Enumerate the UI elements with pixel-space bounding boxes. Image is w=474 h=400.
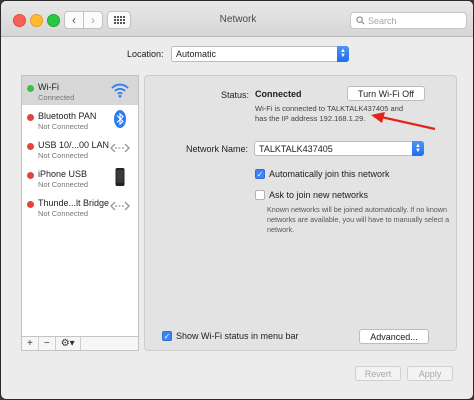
advanced-button[interactable]: Advanced... (359, 329, 429, 344)
ask-join-checkbox[interactable] (255, 190, 265, 200)
ask-join-description: Known networks will be joined automatica… (267, 205, 450, 234)
ask-join-label: Ask to join new networks (269, 190, 369, 200)
service-name: Bluetooth PAN (38, 111, 97, 121)
search-icon (356, 16, 365, 25)
turn-wifi-off-button[interactable]: Turn Wi-Fi Off (347, 86, 425, 101)
service-list-toolbar: + − ⚙▾ (21, 336, 139, 351)
show-status-checkbox[interactable]: ✓ (162, 331, 172, 341)
ethernet-arrows-icon (110, 201, 130, 211)
service-status: Not Connected (38, 151, 89, 160)
auto-join-checkbox[interactable]: ✓ (255, 169, 265, 179)
sidebar-item-bluetooth-pan[interactable]: Bluetooth PAN Not Connected (22, 105, 138, 134)
network-name-popup[interactable]: TALKTALK437405 ▲ ▼ (254, 141, 424, 156)
search-input[interactable] (365, 15, 458, 26)
location-label: Location: (127, 49, 164, 59)
service-status: Connected (38, 93, 75, 102)
popup-arrows-icon: ▲ ▼ (412, 141, 424, 156)
service-status: Not Connected (38, 209, 89, 218)
iphone-icon (115, 168, 125, 186)
service-name: Wi-Fi (38, 82, 59, 92)
sidebar-item-iphone-usb[interactable]: iPhone USB Not Connected (22, 163, 138, 192)
location-value: Automatic (176, 49, 217, 59)
title-bar: ‹ › Network (1, 1, 473, 37)
status-value: Connected (255, 89, 302, 99)
status-label: Status: (221, 90, 250, 100)
show-status-checkbox-row[interactable]: ✓ Show Wi-Fi status in menu bar (162, 331, 299, 341)
ask-join-checkbox-row[interactable]: Ask to join new networks (255, 190, 368, 200)
wifi-icon (111, 83, 129, 98)
status-dot (27, 143, 34, 150)
service-list: Wi-Fi Connected Bluetooth PAN Not Connec… (21, 75, 139, 351)
add-service-button[interactable]: + (22, 337, 39, 350)
search-field[interactable] (350, 12, 467, 29)
service-name: Thunde...lt Bridge (38, 198, 110, 208)
auto-join-label: Automatically join this network (269, 169, 390, 179)
network-name-value: TALKTALK437405 (259, 143, 333, 154)
network-preferences-window: ‹ › Network Location: Automatic ▲▼ (0, 0, 474, 400)
gear-menu-button[interactable]: ⚙▾ (56, 337, 81, 350)
sidebar-item-usb-lan[interactable]: USB 10/...00 LAN Not Connected (22, 134, 138, 163)
status-dot (27, 114, 34, 121)
sidebar-item-thunderbolt-bridge[interactable]: Thunde...lt Bridge Not Connected (22, 192, 138, 221)
annotation-arrow-icon (371, 112, 436, 131)
service-status: Not Connected (38, 122, 89, 131)
service-status: Not Connected (38, 180, 89, 189)
apply-button[interactable]: Apply (407, 366, 453, 381)
popup-arrows-icon: ▲ ▼ (337, 46, 349, 62)
location-popup[interactable]: Automatic ▲ ▼ (171, 46, 349, 62)
status-dot (27, 85, 34, 92)
show-status-label: Show Wi-Fi status in menu bar (176, 331, 299, 341)
service-name: iPhone USB (38, 169, 88, 179)
status-dot (27, 201, 34, 208)
ethernet-arrows-icon (110, 143, 130, 153)
revert-button[interactable]: Revert (355, 366, 401, 381)
status-dot (27, 172, 34, 179)
service-name: USB 10/...00 LAN (38, 140, 110, 150)
sidebar-item-wifi[interactable]: Wi-Fi Connected (22, 76, 138, 105)
auto-join-checkbox-row[interactable]: ✓ Automatically join this network (255, 169, 390, 179)
bluetooth-icon (114, 110, 126, 128)
remove-service-button[interactable]: − (39, 337, 56, 350)
network-name-label: Network Name: (186, 144, 249, 154)
